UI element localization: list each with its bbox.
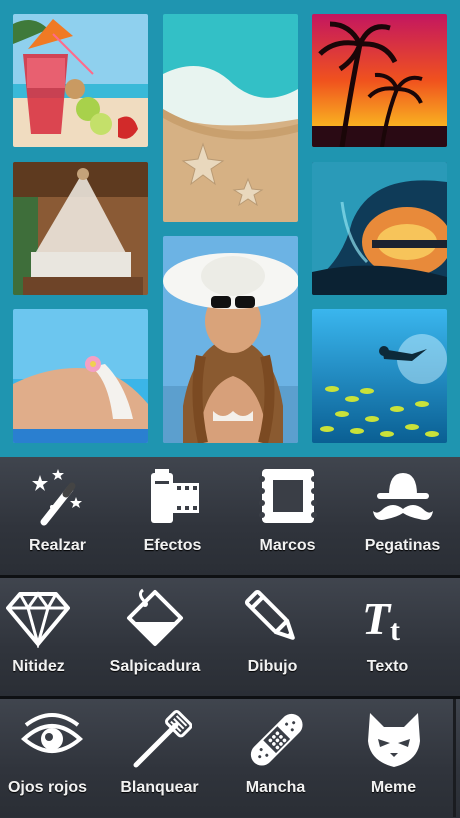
tool-label: Salpicadura <box>109 658 201 675</box>
tools-row-1: Realzar Efectos Marcos Pegatinas <box>0 457 460 575</box>
tool-nitidez[interactable]: Nitidez <box>0 578 115 696</box>
tool-label: Dibujo <box>247 658 298 675</box>
tool-efectos[interactable]: Efectos <box>115 457 230 575</box>
tool-marcos[interactable]: Marcos <box>230 457 345 575</box>
tool-label: Ojos rojos <box>7 779 88 796</box>
palm-sunset-photo[interactable] <box>312 14 447 147</box>
beach-body-photo[interactable] <box>13 309 148 443</box>
tool-meme[interactable]: Meme <box>336 699 451 817</box>
pencil-icon <box>241 588 305 648</box>
tool-dibujo[interactable]: Dibujo <box>215 578 330 696</box>
svg-text:T: T <box>362 593 392 644</box>
toothbrush-icon <box>128 709 192 769</box>
tool-pegatinas[interactable]: Pegatinas <box>345 457 460 575</box>
diamond-icon <box>6 588 70 648</box>
film-roll-icon <box>141 467 205 527</box>
diver-fish-photo[interactable] <box>312 309 447 443</box>
tool-label: Pegatinas <box>364 537 441 554</box>
edit-tools-panel: Realzar Efectos Marcos Pegatinas Nitidez… <box>0 457 460 818</box>
tool-label: Marcos <box>259 537 316 554</box>
text-tt-icon: T t <box>356 588 420 648</box>
magic-wand-icon <box>26 467 90 527</box>
tools-row-3: Ojos rojos Blanquear Mancha Meme <box>0 699 460 817</box>
cat-face-icon <box>362 709 426 769</box>
tool-label: Nitidez <box>12 658 65 675</box>
tool-ojos-rojos[interactable]: Ojos rojos <box>0 699 105 817</box>
tool-label: Realzar <box>29 537 86 554</box>
tool-texto[interactable]: T t Texto <box>330 578 445 696</box>
cocktail-photo[interactable] <box>13 14 148 147</box>
scroll-indicator <box>453 699 456 817</box>
beach-starfish-photo[interactable] <box>163 14 298 222</box>
bandage-icon <box>244 709 308 769</box>
wave-sunset-photo[interactable] <box>312 162 447 295</box>
canopy-bed-photo[interactable] <box>13 162 148 295</box>
tool-label: Meme <box>370 779 417 796</box>
tool-blanquear[interactable]: Blanquear <box>102 699 217 817</box>
tools-row-2: Nitidez Salpicadura Dibujo T t Texto <box>0 578 460 696</box>
paint-bucket-icon <box>123 588 187 648</box>
tool-realzar[interactable]: Realzar <box>0 457 115 575</box>
eye-icon <box>20 709 84 769</box>
tool-label: Efectos <box>143 537 202 554</box>
svg-text:t: t <box>390 614 400 647</box>
tool-salpicadura[interactable]: Salpicadura <box>100 578 210 696</box>
frame-icon <box>256 467 320 527</box>
tool-mancha[interactable]: Mancha <box>218 699 333 817</box>
woman-hat-photo[interactable] <box>163 236 298 443</box>
tool-label: Texto <box>366 658 409 675</box>
tool-label: Mancha <box>245 779 306 796</box>
hat-mustache-icon <box>371 467 435 527</box>
photo-collage <box>0 0 460 457</box>
tool-label: Blanquear <box>120 779 199 796</box>
